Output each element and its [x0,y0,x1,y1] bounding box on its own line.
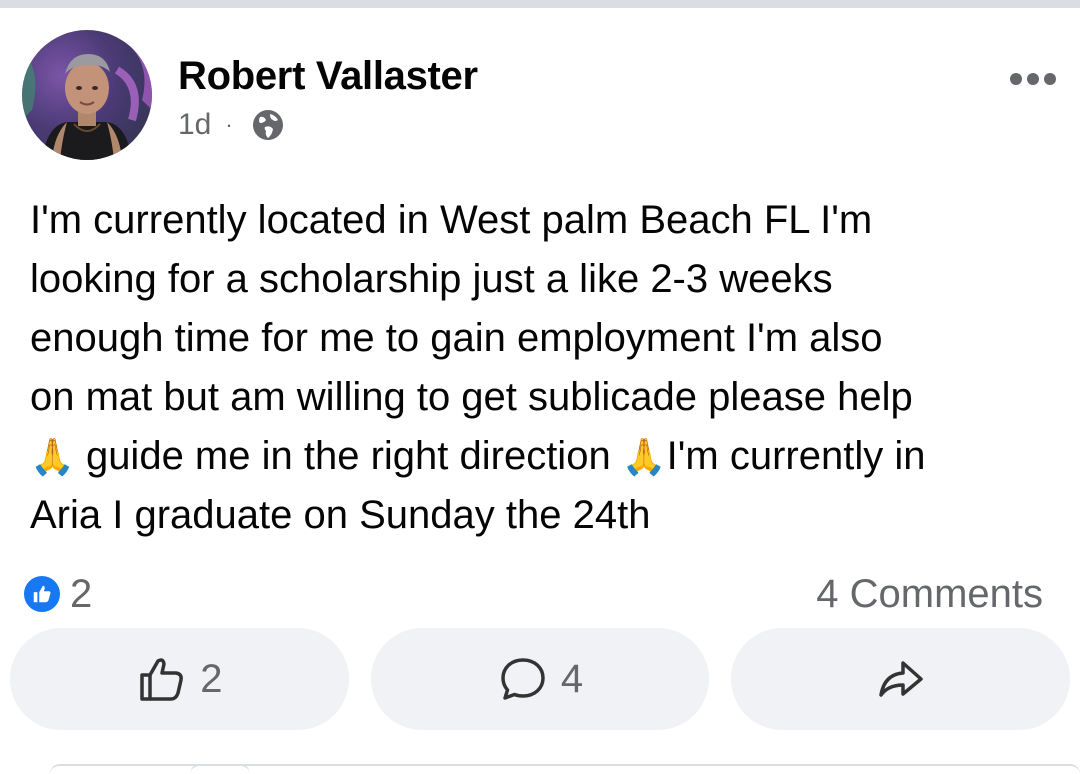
comments-count-link[interactable]: 4 Comments [816,572,1043,616]
post-text-fragment: I'm currently in [666,434,926,478]
author-name[interactable]: Robert Vallaster [178,52,478,100]
reaction-count: 2 [70,571,93,616]
post-time[interactable]: 1d [178,108,211,142]
post-text-line: looking for a scholarship just a like 2-… [30,257,833,301]
more-horizontal-icon [1010,73,1022,85]
more-dot [1027,73,1039,85]
post-text-line: on mat but am willing to get sublicade p… [30,375,913,419]
post-text: I'm currently located in West palm Beach… [30,191,1060,545]
post-text-fragment: guide me in the right direction [74,434,622,478]
share-button[interactable] [731,628,1071,730]
globe-icon [251,108,285,142]
post-meta: 1d · [178,108,285,142]
action-bar: 2 4 [10,628,1071,730]
reaction-summary[interactable]: 2 [22,572,92,616]
like-badge-icon [22,574,62,614]
post-text-line: I'm currently located in West palm Beach… [30,198,873,242]
post-text-line: Aria I graduate on Sunday the 24th [30,493,651,537]
post-text-line: enough time for me to gain employment I'… [30,316,883,360]
praying-hands-emoji: 🙏 [621,436,667,477]
comment-count: 4 [560,656,584,701]
share-arrow-icon [878,661,923,697]
post-card: Robert Vallaster 1d · I'm currently loca… [0,8,1080,774]
more-dot [1044,73,1056,85]
comment-bubble-icon [501,658,545,700]
comment-button[interactable]: 4 [370,628,710,730]
like-button[interactable]: 2 [10,628,349,730]
avatar-portrait [22,30,152,160]
meta-separator: · [225,112,233,137]
praying-hands-emoji: 🙏 [30,436,75,477]
thumbs-up-icon [140,658,184,701]
top-divider [0,0,1080,8]
like-count: 2 [200,656,223,701]
avatar[interactable] [22,30,152,160]
more-options-button[interactable] [1000,60,1066,98]
